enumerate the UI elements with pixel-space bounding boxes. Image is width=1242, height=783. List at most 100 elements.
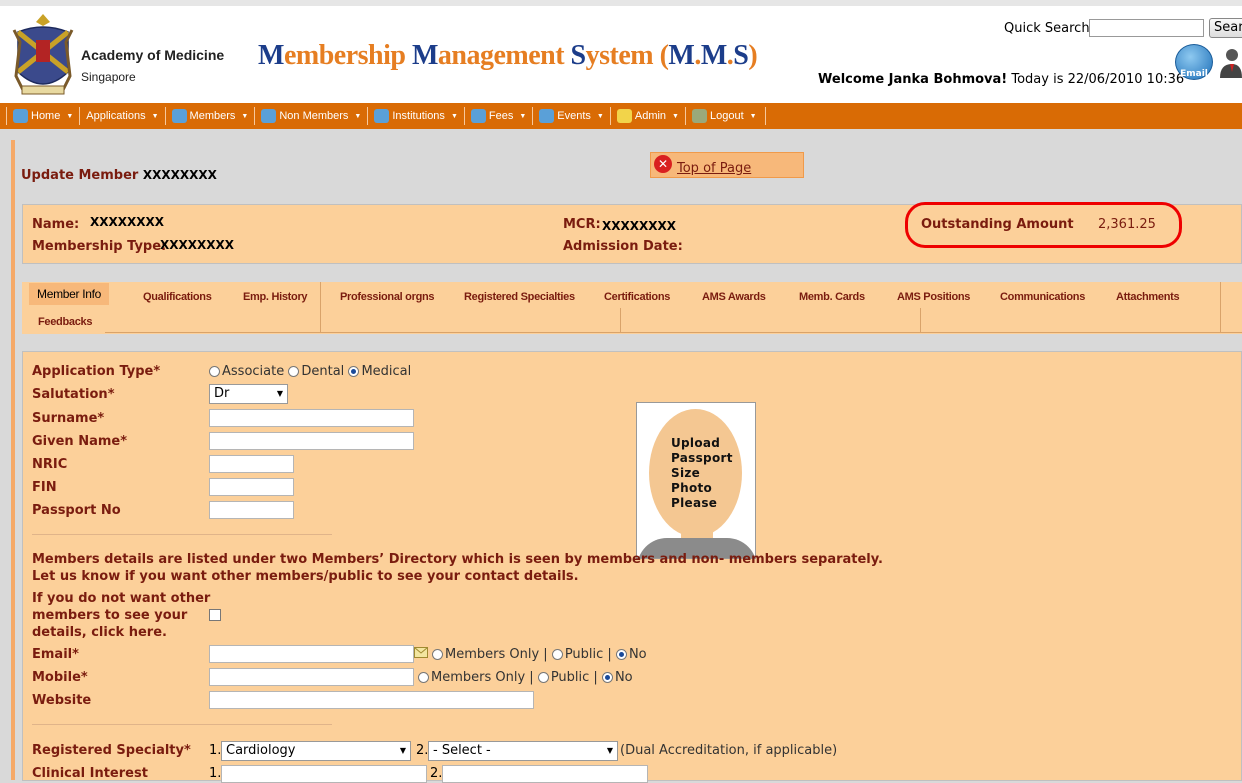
email-icon[interactable]: Email	[1175, 44, 1213, 80]
menu-divider	[764, 107, 766, 125]
tab-ams-awards[interactable]: AMS Awards	[702, 291, 766, 303]
specialty-2-value: - Select -	[433, 743, 491, 758]
specialty-2-select[interactable]: - Select - ▼	[428, 741, 618, 761]
tab-professional-orgns[interactable]: Professional orgns	[340, 291, 435, 303]
tab-qualifications[interactable]: Qualifications	[143, 291, 212, 303]
menu-home[interactable]: Home ▼	[6, 107, 79, 125]
top-of-page-link[interactable]: Top of Page	[677, 161, 751, 176]
email-radio-no[interactable]	[615, 649, 627, 660]
chevron-down-icon: ▼	[151, 112, 159, 120]
radio-associate[interactable]	[209, 366, 220, 377]
tab-memb-cards[interactable]: Memb. Cards	[799, 291, 865, 303]
mobile-radio-members-only[interactable]	[418, 672, 429, 683]
menu-events[interactable]: Events ▼	[532, 107, 610, 125]
academy-crest-logo	[12, 14, 74, 95]
hide-details-label-3: details, click here.	[32, 625, 167, 640]
tab-communications[interactable]: Communications	[1000, 291, 1085, 303]
key-icon	[616, 109, 632, 123]
chevron-down-icon: ▼	[672, 112, 679, 120]
chevron-down-icon: ▼	[276, 389, 283, 398]
email-radio-members-only[interactable]	[432, 649, 443, 660]
fin-input[interactable]	[209, 478, 294, 496]
given-name-input[interactable]	[209, 432, 414, 450]
website-input[interactable]	[209, 691, 534, 709]
institutions-icon	[374, 109, 390, 123]
menu-fees[interactable]: Fees ▼	[463, 107, 532, 125]
email-label: Email*	[32, 647, 79, 662]
directory-note-2: Let us know if you want other members/pu…	[32, 569, 579, 584]
mobile-visibility-radios: Members Only | Public | No	[418, 670, 633, 685]
close-icon[interactable]: ✕	[654, 155, 672, 173]
fin-label: FIN	[32, 480, 57, 495]
menu-admin[interactable]: Admin ▼	[609, 107, 685, 125]
passport-input[interactable]	[209, 501, 294, 519]
photo-text-line: Photo	[671, 481, 713, 495]
menu-institutions[interactable]: Institutions ▼	[367, 107, 464, 125]
clinical-interest-1-input[interactable]	[221, 765, 427, 783]
salutation-select[interactable]: Dr ▼	[209, 384, 288, 404]
clinical-2-prefix: 2.	[430, 766, 443, 781]
photo-upload-text: Upload Passport Size Photo Please	[671, 436, 733, 511]
hide-details-checkbox[interactable]	[209, 609, 221, 621]
member-id: XXXXXXXX	[142, 168, 217, 182]
menu-logout[interactable]: Logout ▼	[684, 107, 763, 125]
website-label: Website	[32, 693, 92, 708]
app-title-part: M	[668, 40, 695, 71]
mobile-option-public: Public |	[550, 670, 598, 685]
specialty-2-prefix: 2.	[416, 743, 429, 758]
tab-ams-positions[interactable]: AMS Positions	[897, 291, 970, 303]
email-input[interactable]	[209, 645, 414, 663]
menu-applications[interactable]: Applications ▼	[79, 107, 164, 125]
org-subtitle: Singapore	[81, 70, 136, 84]
radio-dental[interactable]	[288, 366, 300, 377]
app-title-part: M	[258, 40, 284, 71]
quick-search-input[interactable]	[1089, 19, 1204, 37]
current-date: Today is 22/06/2010 10:36	[1007, 72, 1185, 87]
specialty-1-select[interactable]: Cardiology ▼	[221, 741, 411, 761]
admission-date-label: Admission Date:	[563, 239, 683, 254]
tab-feedbacks[interactable]: Feedbacks	[38, 316, 92, 328]
tab-certifications[interactable]: Certifications	[604, 291, 670, 303]
menu-label: Home	[31, 110, 61, 122]
email-radio-public[interactable]	[551, 649, 563, 660]
clinical-interest-label: Clinical Interest	[32, 766, 148, 781]
app-title-part: anagement	[437, 40, 571, 71]
tab-divider	[920, 308, 921, 332]
tab-registered-specialties[interactable]: Registered Specialties	[464, 291, 575, 303]
tab-attachments[interactable]: Attachments	[1116, 291, 1180, 303]
menu-label: Members	[189, 110, 236, 122]
page-title: Update Member XXXXXXXX	[21, 168, 217, 183]
menu-label: Events	[557, 110, 591, 122]
menu-non-members[interactable]: Non Members ▼	[254, 107, 367, 125]
menu-members[interactable]: Members ▼	[164, 107, 255, 125]
user-icon[interactable]	[1218, 46, 1242, 78]
tab-underline	[105, 332, 1242, 333]
photo-text-line: Passport	[671, 451, 733, 465]
tab-emp-history[interactable]: Emp. History	[243, 291, 308, 303]
radio-associate-label: Associate	[222, 364, 285, 379]
search-button[interactable]: Search	[1209, 18, 1242, 38]
mobile-input[interactable]	[209, 668, 414, 686]
surname-input[interactable]	[209, 409, 414, 427]
mobile-radio-public[interactable]	[537, 672, 549, 683]
org-name: Academy of Medicine	[81, 47, 225, 63]
photo-upload[interactable]: Upload Passport Size Photo Please	[636, 402, 756, 559]
main-menu-bar: Home ▼ Applications ▼ Members ▼ Non Members ▼ In…	[0, 103, 1242, 129]
chevron-down-icon: ▼	[596, 112, 604, 120]
email-option-public: Public |	[564, 647, 612, 662]
mcr-label: MCR:	[563, 217, 601, 232]
top-border	[0, 0, 1242, 6]
mobile-radio-no[interactable]	[601, 672, 613, 683]
specialty-1-prefix: 1.	[209, 743, 222, 758]
app-title-part: S	[733, 40, 749, 71]
envelope-icon[interactable]	[414, 647, 428, 658]
clinical-interest-2-input[interactable]	[442, 765, 648, 783]
registered-specialty-label: Registered Specialty*	[32, 743, 191, 758]
application-type-radios: Associate Dental Medical	[209, 364, 411, 379]
nric-input[interactable]	[209, 455, 294, 473]
tab-member-info[interactable]: Member Info	[29, 283, 110, 305]
chevron-down-icon: ▼	[399, 746, 406, 755]
radio-medical[interactable]	[348, 366, 360, 377]
mobile-option-members: Members Only |	[431, 670, 534, 685]
salutation-label: Salutation*	[32, 387, 115, 402]
